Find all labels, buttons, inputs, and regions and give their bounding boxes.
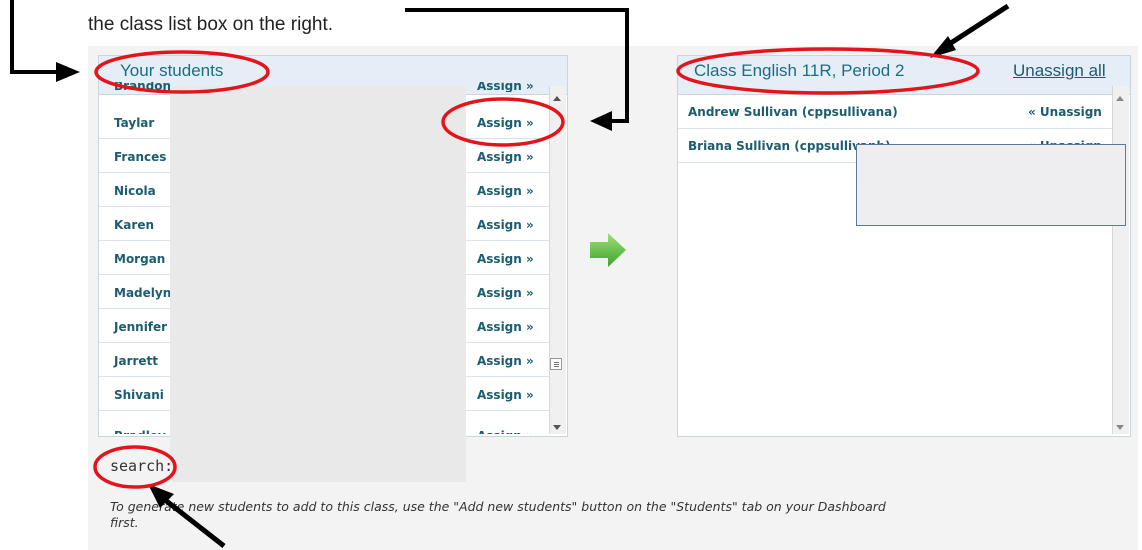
highlight-ellipse-your-students (94, 50, 270, 94)
connector-arrow-assign (405, 8, 629, 131)
highlight-ellipse-search (93, 445, 177, 489)
diagonal-arrow-top-right (930, 3, 1010, 58)
highlight-ellipse-class-title (676, 47, 980, 95)
annotation-overlay (10, 0, 1010, 548)
connector-arrow-left (10, 0, 80, 82)
highlight-ellipse-assign (441, 97, 565, 147)
diagonal-arrow-bottom (148, 484, 226, 548)
